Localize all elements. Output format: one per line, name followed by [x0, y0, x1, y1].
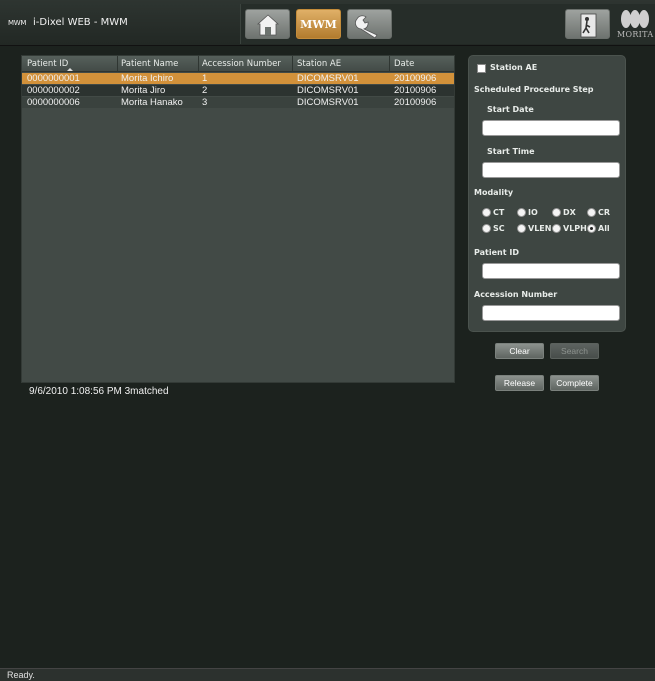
exit-door-icon: [580, 13, 597, 38]
cell-date: 20100906: [394, 97, 437, 108]
morita-logo-icon: [621, 10, 649, 28]
column-header-patient-id[interactable]: Patient ID: [27, 59, 68, 69]
modality-radio-all[interactable]: [587, 224, 596, 233]
cell-accession-number: 2: [202, 85, 208, 96]
cell-patient-id: 0000000001: [27, 73, 80, 84]
start-date-input[interactable]: [482, 120, 620, 136]
query-status-text: 9/6/2010 1:08:56 PM 3matched: [29, 386, 169, 397]
column-divider: [198, 56, 199, 72]
modality-label-cr: CR: [598, 208, 611, 217]
modality-label-ct: CT: [493, 208, 505, 217]
cell-accession-number: 1: [202, 73, 208, 84]
column-header-date[interactable]: Date: [394, 59, 414, 69]
mwm-button[interactable]: MWM: [296, 9, 341, 39]
home-button[interactable]: [245, 9, 290, 39]
start-date-label: Start Date: [487, 105, 534, 114]
patient-id-label: Patient ID: [474, 248, 519, 257]
column-divider: [292, 56, 293, 72]
grid-header: Patient ID Patient Name Accession Number…: [22, 56, 454, 72]
mwm-button-label: MWM: [300, 18, 337, 31]
morita-logo: MORITA: [615, 8, 655, 42]
cell-patient-name: Morita Jiro: [121, 85, 166, 96]
cell-date: 20100906: [394, 73, 437, 84]
release-button[interactable]: Release: [495, 375, 544, 391]
modality-radio-cr[interactable]: [587, 208, 596, 217]
clear-button[interactable]: Clear: [495, 343, 544, 359]
column-header-station-ae[interactable]: Station AE: [297, 59, 341, 69]
modality-label-vlph: VLPH: [563, 224, 587, 233]
sort-ascending-icon: [67, 68, 73, 71]
modality-radio-dx[interactable]: [552, 208, 561, 217]
app-title: i-Dixel WEB - MWM: [33, 17, 128, 28]
table-row[interactable]: 0000000006 Morita Hanako 3 DICOMSRV01 20…: [22, 97, 454, 108]
table-row[interactable]: 0000000002 Morita Jiro 2 DICOMSRV01 2010…: [22, 85, 454, 96]
modality-label-all: All: [598, 224, 610, 233]
column-divider: [117, 56, 118, 72]
cell-date: 20100906: [394, 85, 437, 96]
cell-station-ae: DICOMSRV01: [297, 73, 359, 84]
scheduled-procedure-step-label: Scheduled Procedure Step: [474, 85, 594, 94]
search-panel: Station AE Scheduled Procedure Step Star…: [468, 55, 626, 332]
station-ae-label: Station AE: [490, 63, 538, 72]
cell-patient-name: Morita Ichiro: [121, 73, 174, 84]
settings-button[interactable]: [347, 9, 392, 39]
search-button[interactable]: Search: [550, 343, 599, 359]
start-time-label: Start Time: [487, 147, 535, 156]
logout-button[interactable]: [565, 9, 610, 39]
modality-label-sc: SC: [493, 224, 505, 233]
modality-radio-vlen[interactable]: [517, 224, 526, 233]
modality-radio-ct[interactable]: [482, 208, 491, 217]
cell-accession-number: 3: [202, 97, 208, 108]
accession-number-label: Accession Number: [474, 290, 558, 299]
modality-radio-io[interactable]: [517, 208, 526, 217]
table-row-selected[interactable]: 0000000001 Morita Ichiro 1 DICOMSRV01 20…: [22, 73, 454, 84]
cell-patient-id: 0000000006: [27, 97, 80, 108]
modality-label: Modality: [474, 188, 514, 197]
modality-label-io: IO: [528, 208, 538, 217]
cell-patient-name: Morita Hanako: [121, 97, 183, 108]
status-bar-text: Ready.: [7, 670, 35, 680]
station-ae-checkbox[interactable]: [477, 64, 486, 73]
brand-text: MORITA: [617, 30, 654, 39]
wrench-icon: [355, 15, 378, 39]
home-icon: [256, 14, 280, 36]
column-divider: [389, 56, 390, 72]
cell-patient-id: 0000000002: [27, 85, 80, 96]
cell-station-ae: DICOMSRV01: [297, 85, 359, 96]
worklist-grid[interactable]: Patient ID Patient Name Accession Number…: [21, 55, 455, 383]
patient-id-input[interactable]: [482, 263, 620, 279]
complete-button[interactable]: Complete: [550, 375, 599, 391]
app-logo: MWM: [8, 19, 27, 27]
cell-station-ae: DICOMSRV01: [297, 97, 359, 108]
modality-radio-sc[interactable]: [482, 224, 491, 233]
start-time-input[interactable]: [482, 162, 620, 178]
modality-label-vlen: VLEN: [528, 224, 552, 233]
column-header-patient-name[interactable]: Patient Name: [121, 59, 178, 69]
modality-radio-vlph[interactable]: [552, 224, 561, 233]
accession-number-input[interactable]: [482, 305, 620, 321]
column-header-accession-number[interactable]: Accession Number: [202, 59, 281, 69]
modality-label-dx: DX: [563, 208, 576, 217]
status-bar: Ready.: [0, 668, 655, 681]
